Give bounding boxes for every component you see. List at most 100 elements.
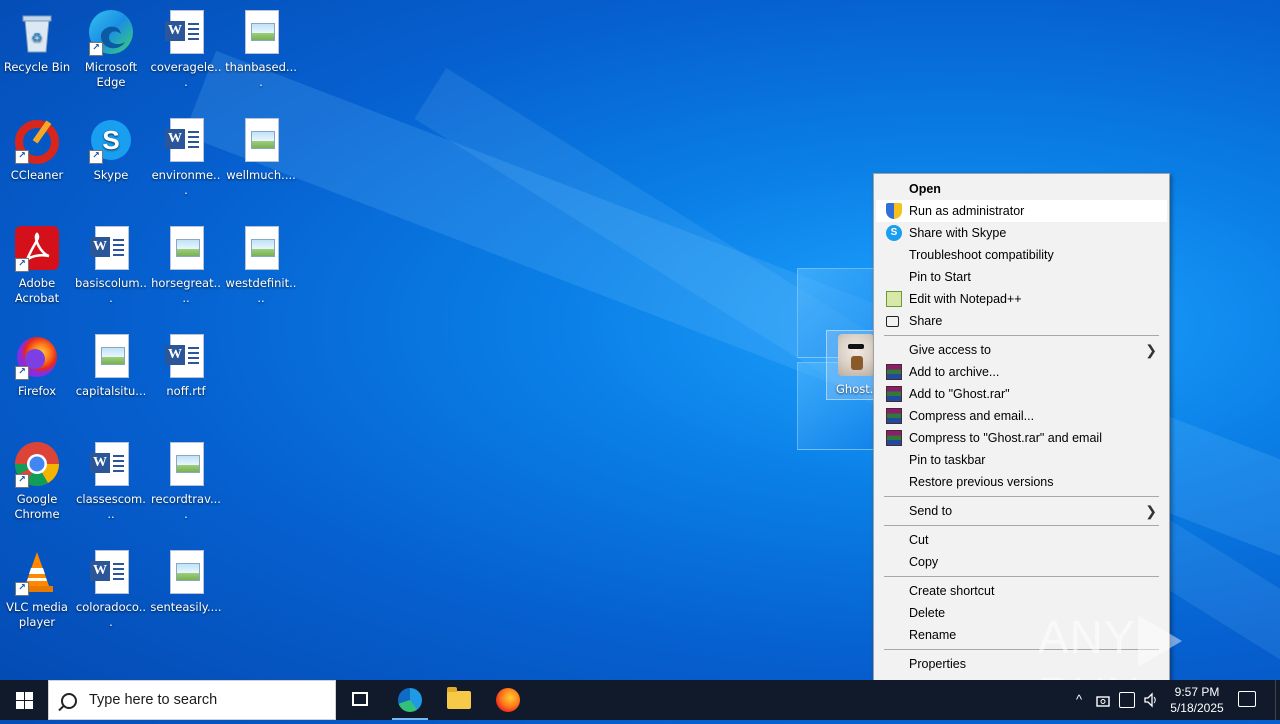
desktop-icon-file[interactable]: recordtrav.... — [149, 436, 223, 522]
menu-item-add-to-ghost-rar[interactable]: Add to "Ghost.rar" — [876, 383, 1167, 405]
menu-item-add-to-archive[interactable]: Add to archive... — [876, 361, 1167, 383]
chevron-up-icon: ^ — [1075, 692, 1083, 707]
menu-item-share[interactable]: Share — [876, 310, 1167, 332]
desktop-icon-file[interactable]: W coveragele... — [149, 4, 223, 90]
menu-item-label: Restore previous versions — [909, 475, 1054, 489]
menu-item-label: Share — [909, 314, 943, 328]
desktop-icon-file[interactable]: W coloradoco... — [74, 544, 148, 630]
shortcut-arrow-icon: ↗ — [15, 366, 29, 380]
image-file-icon — [237, 116, 285, 164]
share-icon — [886, 316, 899, 327]
menu-separator — [884, 335, 1159, 336]
desktop-icon-file[interactable]: W environme... — [149, 112, 223, 198]
winrar-icon — [886, 408, 902, 424]
chevron-right-icon: ❯ — [1145, 503, 1157, 519]
menu-item-compress-and-email[interactable]: Compress and email... — [876, 405, 1167, 427]
menu-item-pin-to-start[interactable]: Pin to Start — [876, 266, 1167, 288]
desktop-icon-file[interactable]: capitalsitu... — [74, 328, 148, 399]
desktop-icon-firefox[interactable]: ↗ Firefox — [0, 328, 74, 399]
icon-label: recordtrav.... — [151, 492, 221, 521]
desktop-icon-ccleaner[interactable]: ↗ CCleaner — [0, 112, 74, 183]
desktop-icon-adobe-acrobat[interactable]: ↗ Adobe Acrobat — [0, 220, 74, 306]
task-view-button[interactable] — [336, 680, 384, 720]
image-file-icon — [162, 548, 210, 596]
menu-item-copy[interactable]: Copy — [876, 551, 1167, 573]
desktop-icon-file[interactable]: W basiscolum... — [74, 220, 148, 306]
menu-item-send-to[interactable]: Send to ❯ — [876, 500, 1167, 522]
menu-item-run-as-administrator[interactable]: Run as administrator — [876, 200, 1167, 222]
menu-item-share-with-skype[interactable]: S Share with Skype — [876, 222, 1167, 244]
icon-label: Skype — [93, 168, 129, 182]
menu-item-restore-previous-versions[interactable]: Restore previous versions — [876, 471, 1167, 493]
edge-icon: ↗ — [87, 8, 135, 56]
show-desktop-button[interactable] — [1275, 680, 1280, 720]
menu-item-label: Rename — [909, 628, 957, 642]
desktop-icon-recycle-bin[interactable]: ♻ Recycle Bin — [0, 4, 74, 75]
menu-item-compress-to-ghost-rar-and-email[interactable]: Compress to "Ghost.rar" and email — [876, 427, 1167, 449]
desktop-icon-file[interactable]: W noff.rtf — [149, 328, 223, 399]
menu-item-pin-to-taskbar[interactable]: Pin to taskbar — [876, 449, 1167, 471]
desktop-icon-file[interactable]: thanbased.... — [224, 4, 298, 90]
menu-item-label: Properties — [909, 657, 966, 671]
menu-item-open[interactable]: Open — [876, 178, 1167, 200]
menu-item-label: Add to "Ghost.rar" — [909, 387, 1010, 401]
menu-item-label: Delete — [909, 606, 946, 620]
word-doc-icon: W — [87, 224, 135, 272]
svg-text:♻: ♻ — [31, 31, 43, 46]
desktop-icon-file[interactable]: horsegreat.... — [149, 220, 223, 306]
icon-label: coveragele... — [150, 60, 222, 89]
speaker-icon[interactable] — [1143, 692, 1159, 708]
menu-item-cut[interactable]: Cut — [876, 529, 1167, 551]
taskbar-search-box[interactable]: Type here to search — [48, 680, 336, 720]
menu-item-label: Run as administrator — [909, 204, 1025, 218]
show-hidden-icons-chevron[interactable]: ^ — [1070, 680, 1088, 720]
desktop-icon-file[interactable]: wellmuch.... — [224, 112, 298, 183]
shortcut-arrow-icon: ↗ — [15, 582, 29, 596]
menu-item-troubleshoot-compatibility[interactable]: Troubleshoot compatibility — [876, 244, 1167, 266]
taskbar-firefox-button[interactable] — [484, 680, 532, 720]
icon-label: basiscolum... — [75, 276, 147, 305]
menu-separator — [884, 525, 1159, 526]
menu-item-label: Pin to taskbar — [909, 453, 986, 467]
image-file-icon — [162, 440, 210, 488]
menu-item-label: Send to — [909, 504, 953, 518]
taskbar-clock[interactable]: 9:57 PM 5/18/2025 — [1162, 684, 1232, 724]
shortcut-arrow-icon: ↗ — [89, 150, 103, 164]
menu-separator — [884, 496, 1159, 497]
icon-label: environme... — [151, 168, 221, 197]
menu-item-label: Compress and email... — [909, 409, 1035, 423]
menu-item-create-shortcut[interactable]: Create shortcut — [876, 580, 1167, 602]
desktop-icon-vlc[interactable]: ↗ VLC media player — [0, 544, 74, 630]
folder-icon — [447, 687, 471, 709]
notification-center-icon[interactable] — [1238, 691, 1256, 707]
desktop-icon-google-chrome[interactable]: ↗ Google Chrome — [0, 436, 74, 522]
network-icon[interactable] — [1119, 692, 1135, 708]
menu-item-edit-with-notepad-plus-plus[interactable]: Edit with Notepad++ — [876, 288, 1167, 310]
desktop-icon-file[interactable]: senteasily.... — [149, 544, 223, 615]
svg-text:S: S — [102, 125, 119, 155]
meet-now-icon[interactable] — [1095, 692, 1111, 708]
icon-label: westdefinit.... — [225, 276, 297, 305]
windows-logo-icon — [16, 692, 33, 709]
menu-item-label: Troubleshoot compatibility — [909, 248, 1054, 262]
taskbar-file-explorer-button[interactable] — [435, 680, 483, 720]
icon-label: Adobe Acrobat — [14, 276, 60, 305]
menu-item-label: Compress to "Ghost.rar" and email — [909, 431, 1102, 445]
icon-label: classescom... — [76, 492, 146, 521]
desktop-icon-skype[interactable]: S ↗ Skype — [74, 112, 148, 183]
image-file-icon — [162, 224, 210, 272]
taskbar-edge-button[interactable] — [386, 680, 434, 720]
desktop-icon-microsoft-edge[interactable]: ↗ Microsoft Edge — [74, 4, 148, 90]
menu-item-give-access-to[interactable]: Give access to ❯ — [876, 339, 1167, 361]
acrobat-icon: ↗ — [13, 224, 61, 272]
search-placeholder: Type here to search — [89, 692, 218, 708]
image-file-icon — [87, 332, 135, 380]
start-button[interactable] — [0, 680, 48, 720]
desktop-icon-file[interactable]: westdefinit.... — [224, 220, 298, 306]
ghost-exe-icon[interactable] — [838, 334, 874, 376]
icon-label: Recycle Bin — [3, 60, 71, 74]
desktop-icon-file[interactable]: W classescom... — [74, 436, 148, 522]
menu-item-label: Edit with Notepad++ — [909, 292, 1022, 306]
menu-item-label: Create shortcut — [909, 584, 995, 598]
image-file-icon — [237, 8, 285, 56]
